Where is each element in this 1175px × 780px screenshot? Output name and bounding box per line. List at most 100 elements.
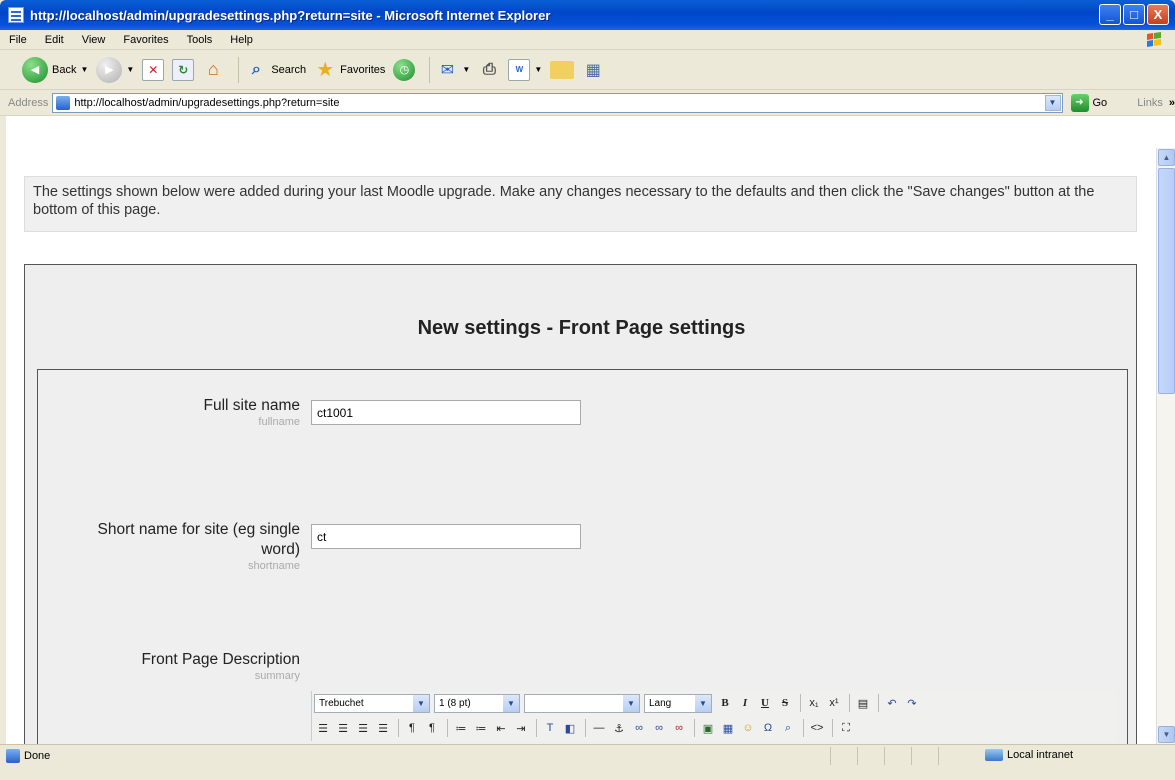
editor-separator <box>536 719 537 737</box>
favorites-button[interactable]: ★ Favorites <box>314 59 385 81</box>
window-controls: _ □ X <box>1099 4 1169 25</box>
indent-icon[interactable]: ⇥ <box>512 719 530 737</box>
mail-dropdown-icon[interactable]: ▼ <box>462 65 470 74</box>
redo-icon[interactable]: ↷ <box>903 694 921 712</box>
align-right-icon[interactable]: ☰ <box>354 719 372 737</box>
insert-image-icon[interactable]: ▣ <box>699 719 717 737</box>
status-text: Done <box>24 750 51 762</box>
menu-favorites[interactable]: Favorites <box>114 34 177 46</box>
undo-icon[interactable]: ↶ <box>883 694 901 712</box>
editor-separator <box>832 719 833 737</box>
minimize-button[interactable]: _ <box>1099 4 1121 25</box>
subscript-icon[interactable]: x₁ <box>805 694 823 712</box>
special-char-icon[interactable]: Ω <box>759 719 777 737</box>
home-button[interactable]: ⌂ <box>202 59 224 81</box>
back-dropdown-icon[interactable]: ▼ <box>80 65 88 74</box>
align-left-icon[interactable]: ☰ <box>314 719 332 737</box>
font-dropdown-icon: ▼ <box>413 694 429 712</box>
scroll-thumb[interactable] <box>1158 168 1175 394</box>
links-more-icon[interactable]: » <box>1169 97 1175 109</box>
upgrade-notice: The settings shown below were added duri… <box>24 176 1137 232</box>
fullscreen-icon[interactable]: ⛶ <box>837 719 855 737</box>
go-button[interactable]: ➜ Go <box>1070 93 1107 112</box>
links-button[interactable]: Links <box>1137 97 1163 109</box>
status-bar: Done Local intranet <box>0 744 1175 780</box>
edit-dropdown-icon[interactable]: ▼ <box>534 65 542 74</box>
bold-icon[interactable]: B <box>716 694 734 712</box>
scroll-down-icon[interactable]: ▼ <box>1158 726 1175 743</box>
address-input[interactable]: http://localhost/admin/upgradesettings.p… <box>52 92 1063 113</box>
vertical-scrollbar[interactable]: ▲ ▼ <box>1156 148 1175 744</box>
search-button[interactable]: ⌕ Search <box>245 59 306 81</box>
ltr-icon[interactable]: ¶ <box>403 719 421 737</box>
menu-view[interactable]: View <box>73 34 115 46</box>
page-content: The settings shown below were added duri… <box>6 148 1156 744</box>
font-select[interactable]: Trebuchet ▼ <box>314 693 430 713</box>
nolink-icon[interactable]: ∞ <box>670 719 688 737</box>
html-source-icon[interactable]: <> <box>808 719 826 737</box>
back-label: Back <box>52 63 77 76</box>
window-title: http://localhost/admin/upgradesettings.p… <box>30 7 551 23</box>
shortname-input[interactable] <box>311 524 581 549</box>
search-replace-icon[interactable]: ⌕ <box>779 719 797 737</box>
underline-icon[interactable]: U <box>756 694 774 712</box>
menu-tools[interactable]: Tools <box>178 34 222 46</box>
forward-dropdown-icon[interactable]: ▼ <box>126 65 134 74</box>
insert-table-icon[interactable]: ▦ <box>719 719 737 737</box>
text-color-icon[interactable]: T <box>541 719 559 737</box>
summary-label-group: Front Page Description summary <box>38 650 300 690</box>
title-bar[interactable]: http://localhost/admin/upgradesettings.p… <box>0 0 1175 30</box>
address-bar: Address http://localhost/admin/upgradese… <box>0 90 1175 116</box>
mail-icon: ✉ <box>440 61 455 79</box>
mail-button[interactable]: ✉ ▼ <box>436 59 471 81</box>
settings-form: Full site name fullname Short name for s… <box>37 369 1128 744</box>
folder-button[interactable] <box>550 60 575 79</box>
scroll-up-icon[interactable]: ▲ <box>1158 149 1175 166</box>
edit-button[interactable]: W ▼ <box>508 58 542 81</box>
ordered-list-icon[interactable]: ≔ <box>452 719 470 737</box>
lang-dropdown-icon: ▼ <box>695 694 711 712</box>
shortname-label-text: Short name for site (eg single word) <box>97 521 300 558</box>
rtl-icon[interactable]: ¶ <box>423 719 441 737</box>
outdent-icon[interactable]: ⇤ <box>492 719 510 737</box>
background-color-icon[interactable]: ◧ <box>561 719 579 737</box>
align-center-icon[interactable]: ☰ <box>334 719 352 737</box>
lang-select[interactable]: Lang ▼ <box>644 693 712 713</box>
forward-button[interactable]: ▶ ▼ <box>96 56 134 83</box>
clean-html-icon[interactable]: ▤ <box>854 694 872 712</box>
shortname-label: Short name for site (eg single word) sho… <box>70 520 300 572</box>
menu-file[interactable]: File <box>0 34 36 46</box>
refresh-button[interactable]: ↻ <box>172 58 195 81</box>
strikethrough-icon[interactable]: S <box>776 694 794 712</box>
editor-separator <box>878 694 879 712</box>
unordered-list-icon[interactable]: ≔ <box>472 719 490 737</box>
justify-icon[interactable]: ☰ <box>374 719 392 737</box>
size-dropdown-icon: ▼ <box>503 694 519 712</box>
back-arrow-icon: ◀ <box>22 56 48 83</box>
horizontal-rule-icon[interactable]: — <box>590 719 608 737</box>
superscript-icon[interactable]: x¹ <box>825 694 843 712</box>
heading-select[interactable]: ▼ <box>524 693 640 713</box>
summary-label: Front Page Description summary <box>141 650 300 682</box>
maximize-button[interactable]: □ <box>1123 4 1145 25</box>
italic-icon[interactable]: I <box>736 694 754 712</box>
home-icon: ⌂ <box>207 59 219 79</box>
menu-help[interactable]: Help <box>221 34 262 46</box>
close-button[interactable]: X <box>1147 4 1169 25</box>
page-favicon-icon <box>56 95 71 110</box>
size-select[interactable]: 1 (8 pt) ▼ <box>434 693 520 713</box>
anchor-icon[interactable]: ⚓ <box>610 719 628 737</box>
history-button[interactable]: ◷ <box>393 58 416 81</box>
fullname-input[interactable] <box>311 400 581 425</box>
print-button[interactable]: ⎙ <box>478 59 500 81</box>
messenger-button[interactable]: ▦ <box>582 59 604 81</box>
stop-button[interactable]: ✕ <box>142 58 165 81</box>
unlink-icon[interactable]: ∞ <box>650 719 668 737</box>
link-icon[interactable]: ∞ <box>630 719 648 737</box>
back-button[interactable]: ◀ Back ▼ <box>22 56 88 83</box>
editor-separator <box>800 694 801 712</box>
address-dropdown-icon[interactable]: ▼ <box>1044 94 1061 111</box>
menu-edit[interactable]: Edit <box>36 34 73 46</box>
settings-panel: New settings - Front Page settings Full … <box>24 264 1137 744</box>
smiley-icon[interactable]: ☺ <box>739 719 757 737</box>
